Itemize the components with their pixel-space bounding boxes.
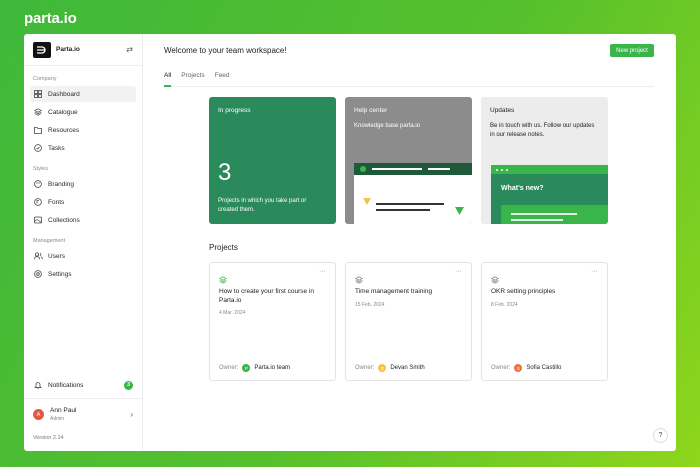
project-card[interactable]: ··· How to create your first course in P… [209, 262, 336, 381]
sidebar-item-label: Tasks [48, 144, 65, 152]
project-owner: Owner: D Devan Smith [355, 364, 425, 372]
sidebar-item-fonts[interactable]: Fonts [30, 194, 136, 210]
owner-avatar: P [242, 364, 251, 372]
parta-logo-icon [33, 41, 51, 58]
users-icon [33, 252, 43, 260]
sidebar-item-label: Dashboard [48, 90, 80, 98]
main-content: Welcome to your team workspace! New proj… [143, 34, 676, 451]
user-role: Admin [50, 416, 65, 422]
sidebar-item-catalogue[interactable]: Catalogue [30, 104, 136, 120]
app-window: Parta.io ⇄ Company Dashboard Catalogue R… [24, 34, 676, 451]
project-date: 4 Mar. 2024 [219, 310, 246, 316]
more-options-icon[interactable]: ··· [591, 268, 598, 275]
project-title: How to create your first course in Parta… [219, 288, 315, 304]
sidebar-item-label: Users [48, 252, 65, 260]
settings-icon [33, 270, 43, 278]
sidebar-item-collections[interactable]: Collections [30, 212, 136, 228]
tab-projects[interactable]: Projects [181, 70, 204, 86]
projects-heading: Projects [209, 243, 238, 252]
whats-new-title: What's new? [501, 185, 544, 192]
version-label: Version 2.14 [33, 435, 64, 441]
sidebar-item-label: Settings [48, 270, 72, 278]
project-date: 8 Feb. 2024 [491, 302, 518, 308]
card-title: Updates [490, 107, 515, 114]
brand-logo: parta.io [24, 10, 77, 27]
card-description: Knowledge base parta.io [354, 123, 421, 129]
bell-icon [33, 381, 43, 389]
font-icon [33, 198, 43, 206]
section-label-management: Management [33, 238, 66, 244]
whats-new-illustration: What's new? [491, 165, 608, 224]
sidebar-item-dashboard[interactable]: Dashboard [30, 86, 136, 102]
project-title: Time management training [355, 288, 433, 295]
owner-avatar: S [514, 364, 523, 372]
new-project-button[interactable]: New project [610, 44, 654, 57]
in-progress-count: 3 [218, 159, 232, 186]
owner-avatar: D [378, 364, 387, 372]
help-illustration [354, 163, 472, 224]
check-circle-icon [33, 144, 43, 152]
help-center-card[interactable]: Help center Knowledge base parta.io [345, 97, 472, 224]
sidebar-item-tasks[interactable]: Tasks [30, 140, 136, 156]
sidebar-item-label: Catalogue [48, 108, 78, 116]
project-card[interactable]: ··· OKR setting principles 8 Feb. 2024 O… [481, 262, 608, 381]
sidebar: Parta.io ⇄ Company Dashboard Catalogue R… [24, 34, 143, 451]
owner-name: Devan Smith [390, 365, 425, 371]
switch-arrows-icon[interactable]: ⇄ [126, 45, 133, 54]
updates-card[interactable]: Updates Be in touch with us. Follow our … [481, 97, 608, 224]
sidebar-item-label: Resources [48, 126, 80, 134]
section-label-company: Company [33, 76, 57, 82]
avatar: A [33, 409, 44, 420]
in-progress-card[interactable]: In progress 3 Projects in which you take… [209, 97, 336, 224]
owner-label: Owner: [355, 365, 375, 371]
sidebar-item-users[interactable]: Users [30, 248, 136, 264]
sidebar-item-branding[interactable]: Branding [30, 176, 136, 192]
owner-label: Owner: [219, 365, 239, 371]
notifications-button[interactable]: Notifications 3 [30, 377, 136, 393]
sidebar-item-resources[interactable]: Resources [30, 122, 136, 138]
layers-icon [33, 108, 43, 116]
page-title: Welcome to your team workspace! [164, 46, 287, 55]
workspace-switcher[interactable]: Parta.io ⇄ [24, 34, 142, 66]
question-icon: ? [658, 432, 663, 439]
workspace-name: Parta.io [56, 46, 80, 53]
card-description: Be in touch with us. Follow our updates … [490, 123, 595, 138]
user-name: Ann Paul [50, 407, 77, 414]
project-date: 15 Feb. 2024 [355, 302, 385, 308]
tab-all[interactable]: All [164, 70, 172, 87]
palette-icon [33, 180, 43, 188]
sidebar-item-label: Branding [48, 180, 75, 188]
sidebar-item-label: Fonts [48, 198, 65, 206]
section-label-styles: Styles [33, 166, 48, 172]
tab-feed[interactable]: Feed [215, 70, 230, 86]
sidebar-item-settings[interactable]: Settings [30, 266, 136, 282]
folder-icon [33, 126, 43, 134]
more-options-icon[interactable]: ··· [319, 268, 326, 275]
notifications-count-badge: 3 [124, 380, 133, 390]
divider [24, 398, 142, 399]
more-options-icon[interactable]: ··· [455, 268, 462, 275]
project-owner: Owner: S Sofia Castillo [491, 364, 561, 372]
card-description: Projects in which you take part or creat… [218, 198, 307, 213]
card-title: Help center [354, 107, 388, 114]
help-button[interactable]: ? [653, 428, 668, 443]
chevron-right-icon: › [130, 410, 133, 419]
owner-name: Parta.io team [254, 365, 291, 371]
user-menu[interactable]: A Ann Paul Admin › [33, 407, 133, 422]
grid-icon [33, 90, 43, 98]
project-owner: Owner: P Parta.io team [219, 364, 290, 372]
notifications-label: Notifications [48, 381, 84, 389]
card-title: In progress [218, 107, 251, 114]
image-icon [33, 216, 43, 224]
project-title: OKR setting principles [491, 288, 556, 295]
tab-bar: All Projects Feed [164, 70, 654, 87]
sidebar-item-label: Collections [48, 216, 80, 224]
project-card[interactable]: ··· Time management training 15 Feb. 202… [345, 262, 472, 381]
owner-name: Sofia Castillo [526, 365, 562, 371]
owner-label: Owner: [491, 365, 511, 371]
